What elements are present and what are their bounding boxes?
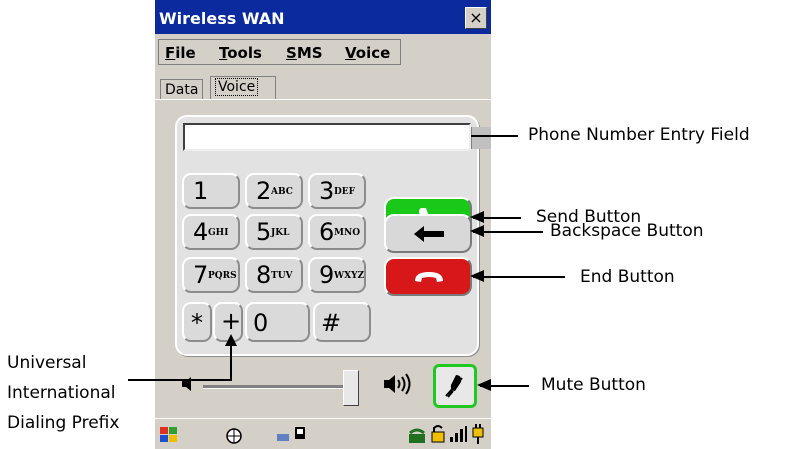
callout-prefix-line3: Dialing Prefix	[7, 413, 120, 433]
callout-phone-field: Phone Number Entry Field	[528, 125, 750, 145]
callout-mute: Mute Button	[541, 375, 646, 395]
callout-prefix-line2: International	[7, 383, 116, 403]
callout-backspace: Backspace Button	[550, 221, 704, 241]
callout-prefix-line1: Universal	[7, 353, 87, 373]
callout-end: End Button	[580, 267, 675, 287]
